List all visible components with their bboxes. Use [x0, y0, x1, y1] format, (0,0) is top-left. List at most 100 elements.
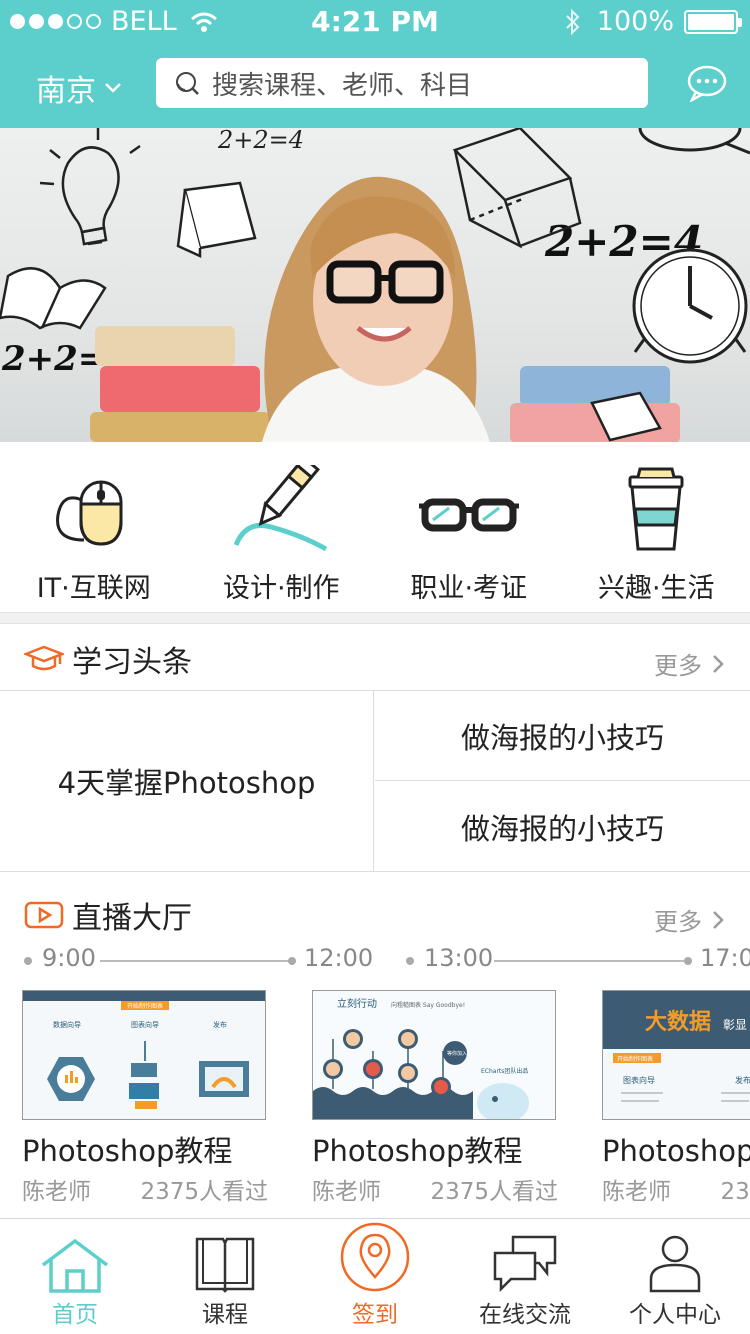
news-item[interactable]: 做海报的小技巧 [375, 691, 750, 781]
tab-courses[interactable]: 课程 [150, 1219, 300, 1334]
bluetooth-icon [566, 8, 580, 35]
tab-label: 个人中心 [629, 1302, 721, 1328]
timeline-line [494, 960, 684, 962]
svg-text:向粗糙图表 Say Goodbye!: 向粗糙图表 Say Goodbye! [391, 1001, 465, 1009]
open-book-icon [0, 267, 107, 330]
banner-illustration: 2+2=4 2+2=4 2+2=4 [0, 128, 750, 442]
news-grid: 4天掌握Photoshop 做海报的小技巧 做海报的小技巧 [0, 690, 750, 872]
live-card-meta: 陈老师 2375人看过 [602, 1172, 750, 1206]
city-label: 南京 [36, 74, 96, 109]
live-card-title: Photoshop教程 [312, 1134, 523, 1168]
message-icon[interactable] [686, 64, 728, 102]
category-it[interactable]: IT·互联网 [0, 442, 188, 612]
svg-text:图表向导: 图表向导 [623, 1075, 655, 1085]
svg-text:发布: 发布 [213, 1020, 227, 1029]
bottom-tab-bar: 首页 课程 签到 在线交流 个人中心 [0, 1218, 750, 1334]
app-header: BELL 4:21 PM 100% 南京 搜索课程、老师、科目 [0, 0, 750, 128]
live-card-teacher: 陈老师 [22, 1179, 91, 1205]
chevron-right-icon [713, 910, 724, 929]
tab-checkin[interactable]: 签到 [300, 1219, 450, 1334]
timeline-dot [684, 957, 692, 965]
more-label: 更多 [654, 908, 702, 936]
timeline-line [100, 960, 290, 962]
category-label: 职业·考证 [410, 573, 528, 604]
svg-text:发布: 发布 [735, 1075, 750, 1085]
live-card-meta: 陈老师 2375人看过 [22, 1172, 268, 1206]
status-right: 100% [565, 6, 742, 37]
svg-text:开始制作图表: 开始制作图表 [127, 1002, 163, 1010]
svg-text:数据向导: 数据向导 [53, 1020, 81, 1029]
section-divider [0, 612, 750, 624]
chevron-down-icon [105, 83, 121, 93]
svg-text:开始制作图表: 开始制作图表 [617, 1055, 653, 1063]
news-section-title: 学习头条 [72, 645, 192, 680]
live-card-meta: 陈老师 2375人看过 [312, 1172, 558, 1206]
tab-profile[interactable]: 个人中心 [600, 1219, 750, 1334]
timeline-dot [406, 957, 414, 965]
category-hobby[interactable]: 兴趣·生活 [563, 442, 750, 612]
timeline-dot [24, 957, 32, 965]
home-icon [39, 1219, 111, 1295]
live-card[interactable]: 立刻行动 向粗糙图表 Say Goodbye! 等你加入 ECharts团队出品… [312, 990, 558, 1206]
svg-text:ECharts团队出品: ECharts团队出品 [481, 1067, 528, 1075]
city-selector[interactable]: 南京 [36, 66, 122, 110]
chevron-right-icon [713, 654, 724, 673]
magnifier-doodle [638, 128, 750, 155]
location-pin-icon [339, 1219, 411, 1295]
student-girl-photo [262, 176, 490, 442]
live-card[interactable]: 大数据 彰显 开始制作图表 图表向导 发布 Photoshop教程 陈老师 23… [602, 990, 750, 1206]
svg-text:彰显: 彰显 [723, 1017, 747, 1032]
chat-bubbles-icon [491, 1219, 559, 1295]
clock-icon [632, 248, 748, 364]
category-label: 设计·制作 [222, 573, 340, 604]
svg-text:立刻行动: 立刻行动 [337, 997, 377, 1010]
promo-banner[interactable]: 2+2=4 2+2=4 2+2=4 [0, 128, 750, 442]
live-timeline: 9:00 12:00 13:00 17:00 [0, 944, 750, 978]
timeline-time: 17:00 [700, 944, 750, 972]
svg-text:2+2=4: 2+2=4 [217, 128, 304, 154]
live-thumbnail: 开始制作图表 数据向导 图表向导 发布 [22, 990, 266, 1120]
category-label: IT·互联网 [36, 573, 151, 604]
home-screen: BELL 4:21 PM 100% 南京 搜索课程、老师、科目 2+2=4 2+… [0, 0, 750, 1334]
timeline-time: 12:00 [304, 944, 374, 972]
lightbulb-icon [39, 128, 141, 246]
category-career[interactable]: 职业·考证 [375, 442, 563, 612]
category-grid: IT·互联网 设计·制作 职业·考证 兴趣·生活 [0, 442, 750, 612]
tab-chat[interactable]: 在线交流 [450, 1219, 600, 1334]
tab-home[interactable]: 首页 [0, 1219, 150, 1334]
live-card-title: Photoshop教程 [22, 1134, 233, 1168]
live-more-link[interactable]: 更多 [654, 902, 724, 937]
live-card-views: 2375人看过 [430, 1179, 558, 1205]
live-card-teacher: 陈老师 [602, 1179, 671, 1205]
news-section-header: 学习头条 更多 [0, 626, 750, 692]
user-icon [647, 1219, 703, 1295]
battery-percent: 100% [596, 6, 674, 37]
coffee-cup-icon [626, 442, 686, 552]
more-label: 更多 [654, 652, 702, 680]
search-input[interactable]: 搜索课程、老师、科目 [156, 58, 648, 108]
live-card-teacher: 陈老师 [312, 1179, 381, 1205]
status-bar: BELL 4:21 PM 100% [0, 0, 750, 44]
search-icon [176, 72, 199, 95]
live-card-views: 2375人看过 [720, 1179, 750, 1205]
graduation-cap-icon [24, 645, 64, 671]
live-card[interactable]: 开始制作图表 数据向导 图表向导 发布 Photoshop教程 陈老师 2375… [22, 990, 268, 1206]
tab-label: 首页 [52, 1302, 98, 1328]
live-thumbnail: 大数据 彰显 开始制作图表 图表向导 发布 [602, 990, 750, 1120]
news-item-main[interactable]: 4天掌握Photoshop [0, 691, 374, 871]
play-video-icon [24, 901, 64, 929]
svg-text:图表向导: 图表向导 [131, 1020, 159, 1029]
category-design[interactable]: 设计·制作 [188, 442, 376, 612]
category-label: 兴趣·生活 [597, 573, 715, 604]
timeline-time: 13:00 [424, 944, 494, 972]
book-icon [193, 1219, 257, 1295]
tab-label: 课程 [202, 1302, 248, 1328]
tab-label: 签到 [352, 1302, 398, 1328]
live-section-header: 直播大厅 更多 [0, 882, 750, 948]
news-item[interactable]: 做海报的小技巧 [375, 782, 750, 872]
live-thumbnail: 立刻行动 向粗糙图表 Say Goodbye! 等你加入 ECharts团队出品 [312, 990, 556, 1120]
svg-text:大数据: 大数据 [645, 1009, 711, 1035]
svg-text:等你加入: 等你加入 [447, 1050, 467, 1057]
mouse-icon [44, 442, 144, 552]
news-more-link[interactable]: 更多 [654, 646, 724, 681]
